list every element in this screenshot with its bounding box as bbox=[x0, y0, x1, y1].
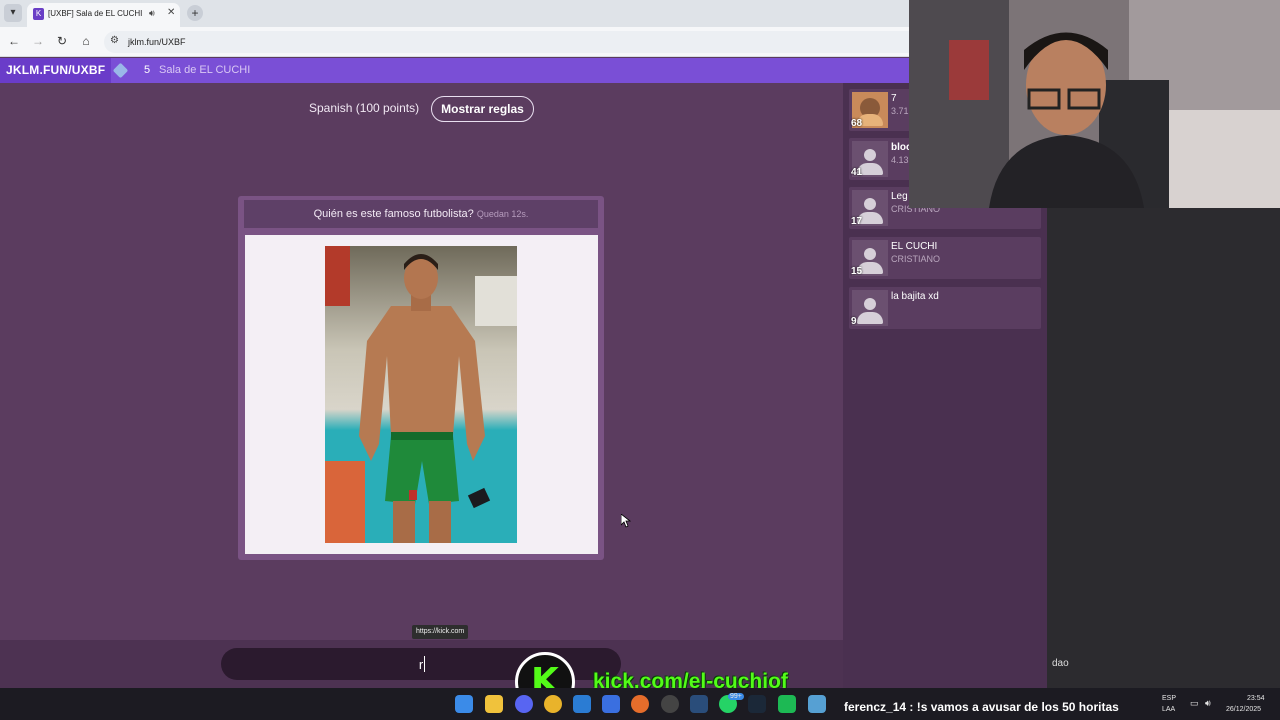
new-tab-button[interactable]: + bbox=[187, 5, 203, 21]
discord-icon[interactable] bbox=[515, 695, 533, 713]
player-name: Leg bbox=[891, 191, 908, 202]
screen: ▾ K [UXBF] Sala de EL CUCHI 🔊︎ ✕ + ← → ↻… bbox=[0, 0, 1280, 720]
player-count: 5 bbox=[144, 64, 151, 76]
spotify-icon[interactable] bbox=[778, 695, 796, 713]
tray-layout[interactable]: LAA bbox=[1162, 706, 1175, 713]
room-name: Sala de EL CUCHI bbox=[159, 64, 251, 76]
tray-language[interactable]: ESP bbox=[1162, 695, 1176, 702]
player-score: 17 bbox=[851, 216, 863, 227]
question-card: Quién es este famoso futbolista? Quedan … bbox=[238, 196, 604, 560]
question-prompt: Quién es este famoso futbolista? bbox=[313, 208, 474, 220]
address-url: jklm.fun/UXBF bbox=[128, 37, 186, 47]
chat-ticker: ferencz_14 : !s vamos a avusar de los 50… bbox=[844, 700, 1119, 714]
close-icon[interactable]: ✕ bbox=[167, 7, 175, 18]
player-score: 9 bbox=[851, 316, 857, 327]
player-subtext: 3.71 bbox=[891, 106, 909, 116]
jklm-favicon-icon: K bbox=[33, 8, 44, 20]
room-header: JKLM.FUN/UXBF 5 Sala de EL CUCHI bbox=[0, 58, 910, 83]
player-subtext: CRISTIANO bbox=[891, 254, 941, 264]
network-icon[interactable]: ▭ bbox=[1190, 698, 1199, 709]
mouse-cursor-icon bbox=[621, 514, 631, 528]
forward-icon[interactable]: → bbox=[30, 34, 46, 48]
address-bar[interactable]: ⚙ jklm.fun/UXBF bbox=[104, 31, 910, 53]
tab-list-button[interactable]: ▾ bbox=[4, 4, 22, 22]
app-icon-2[interactable] bbox=[690, 695, 708, 713]
steam-icon[interactable] bbox=[748, 695, 766, 713]
player-subtext: 4.13 bbox=[891, 155, 909, 165]
chrome-icon[interactable] bbox=[544, 695, 562, 713]
player-card[interactable]: 15 EL CUCHI CRISTIANO bbox=[849, 237, 1041, 279]
notification-badge: 99+ bbox=[728, 693, 744, 700]
reload-icon[interactable]: ↻ bbox=[54, 34, 70, 48]
player-name: EL CUCHI bbox=[891, 241, 938, 252]
question-image-panel bbox=[245, 235, 598, 554]
app-icon-3[interactable] bbox=[808, 695, 826, 713]
webcam-overlay bbox=[909, 0, 1280, 208]
browser-tabbar: ▾ K [UXBF] Sala de EL CUCHI 🔊︎ ✕ + bbox=[0, 0, 910, 27]
firefox-icon[interactable] bbox=[631, 695, 649, 713]
gem-icon bbox=[112, 62, 129, 79]
player-score: 41 bbox=[851, 167, 863, 178]
player-score: 68 bbox=[851, 118, 863, 129]
player-name: la bajita xd bbox=[891, 291, 939, 302]
show-rules-button[interactable]: Mostrar reglas bbox=[431, 96, 534, 122]
link-tooltip: https://kick.com bbox=[412, 625, 469, 639]
browser-tab[interactable]: K [UXBF] Sala de EL CUCHI 🔊︎ ✕ bbox=[27, 3, 180, 27]
question-text: Quién es este famoso futbolista? Quedan … bbox=[244, 208, 598, 220]
browser-toolbar: ← → ↻ ⌂ ⚙ jklm.fun/UXBF bbox=[0, 27, 910, 57]
player-score: 15 bbox=[851, 266, 863, 277]
player-name: 7 bbox=[891, 93, 897, 104]
text-caret bbox=[424, 656, 425, 672]
home-icon[interactable]: ⌂ bbox=[78, 34, 94, 48]
chat-panel bbox=[1047, 208, 1280, 688]
vscode-icon[interactable] bbox=[573, 695, 591, 713]
volume-icon[interactable]: 🔊︎ bbox=[1205, 698, 1211, 709]
tray-time[interactable]: 23:54 bbox=[1247, 695, 1265, 702]
tray-date[interactable]: 26/12/2025 bbox=[1226, 706, 1261, 713]
question-bar: Quién es este famoso futbolista? Quedan … bbox=[244, 200, 598, 228]
player-card[interactable]: 9 la bajita xd bbox=[849, 287, 1041, 329]
chat-input[interactable]: dao bbox=[1052, 658, 1069, 669]
language-label: Spanish (100 points) bbox=[309, 101, 420, 115]
game-area: Spanish (100 points) Mostrar reglas Quié… bbox=[0, 83, 843, 640]
footballer-photo bbox=[325, 246, 517, 543]
back-icon[interactable]: ← bbox=[6, 34, 22, 48]
file-explorer-icon[interactable] bbox=[485, 695, 503, 713]
question-timer: Quedan 12s. bbox=[476, 209, 529, 219]
room-code[interactable]: JKLM.FUN/UXBF bbox=[0, 58, 112, 83]
start-icon[interactable] bbox=[455, 695, 473, 713]
obs-icon[interactable] bbox=[661, 695, 679, 713]
speaker-icon[interactable]: 🔊︎ bbox=[149, 8, 155, 19]
site-info-icon[interactable]: ⚙ bbox=[110, 35, 119, 46]
tab-title: [UXBF] Sala de EL CUCHI bbox=[48, 9, 143, 18]
app-icon[interactable] bbox=[602, 695, 620, 713]
avatar bbox=[852, 290, 888, 326]
